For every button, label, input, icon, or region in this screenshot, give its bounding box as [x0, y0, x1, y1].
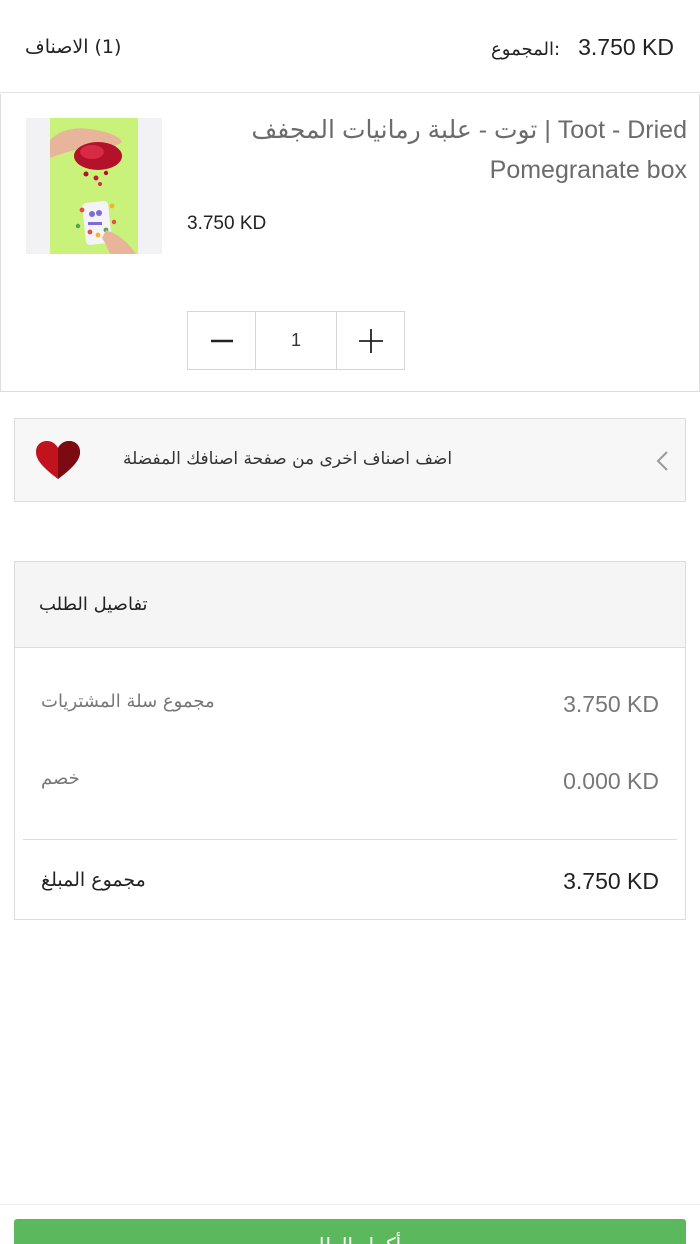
cart-item: توت - علبة رمانيات المجفف | Toot - Dried…	[0, 94, 700, 392]
minus-icon	[210, 339, 233, 342]
product-name[interactable]: توت - علبة رمانيات المجفف | Toot - Dried…	[247, 110, 687, 190]
quantity-stepper: 1	[187, 311, 405, 370]
decrease-quantity-button[interactable]	[188, 312, 255, 369]
header-total: المجموع: 3.750 KD	[491, 34, 674, 61]
plus-icon	[358, 328, 383, 353]
increase-quantity-button[interactable]	[337, 312, 404, 369]
order-details-header: تفاصيل الطلب	[15, 562, 685, 648]
cart-header: (1) الاصناف المجموع: 3.750 KD	[0, 0, 700, 93]
order-details-title: تفاصيل الطلب	[39, 594, 148, 615]
divider	[23, 839, 677, 840]
total-value: 3.750 KD	[563, 868, 659, 894]
header-total-value: 3.750 KD	[578, 34, 674, 60]
product-image[interactable]	[26, 118, 162, 254]
favorites-banner[interactable]: اضف اصناف اخرى من صفحة اصنافك المفضلة	[14, 418, 686, 502]
order-details-card: تفاصيل الطلب مجموع سلة المشتريات 3.750 K…	[14, 561, 686, 920]
discount-label: خصم	[41, 768, 80, 789]
total-label: مجموع المبلغ	[41, 869, 146, 891]
chevron-left-icon	[655, 450, 669, 476]
checkout-button-label: أكمل الطلب	[14, 1233, 686, 1244]
discount-value: 0.000 KD	[563, 768, 659, 794]
checkout-button[interactable]: أكمل الطلب	[14, 1219, 686, 1244]
subtotal-value: 3.750 KD	[563, 691, 659, 717]
heart-icon	[35, 441, 81, 485]
header-total-label: المجموع:	[491, 39, 561, 60]
quantity-value: 1	[255, 312, 337, 369]
items-count: (1) الاصناف	[25, 36, 122, 58]
bottom-divider	[0, 1204, 700, 1205]
product-price: 3.750 KD	[187, 213, 267, 234]
subtotal-label: مجموع سلة المشتريات	[41, 691, 215, 712]
favorites-banner-text: اضف اصناف اخرى من صفحة اصنافك المفضلة	[123, 449, 453, 469]
